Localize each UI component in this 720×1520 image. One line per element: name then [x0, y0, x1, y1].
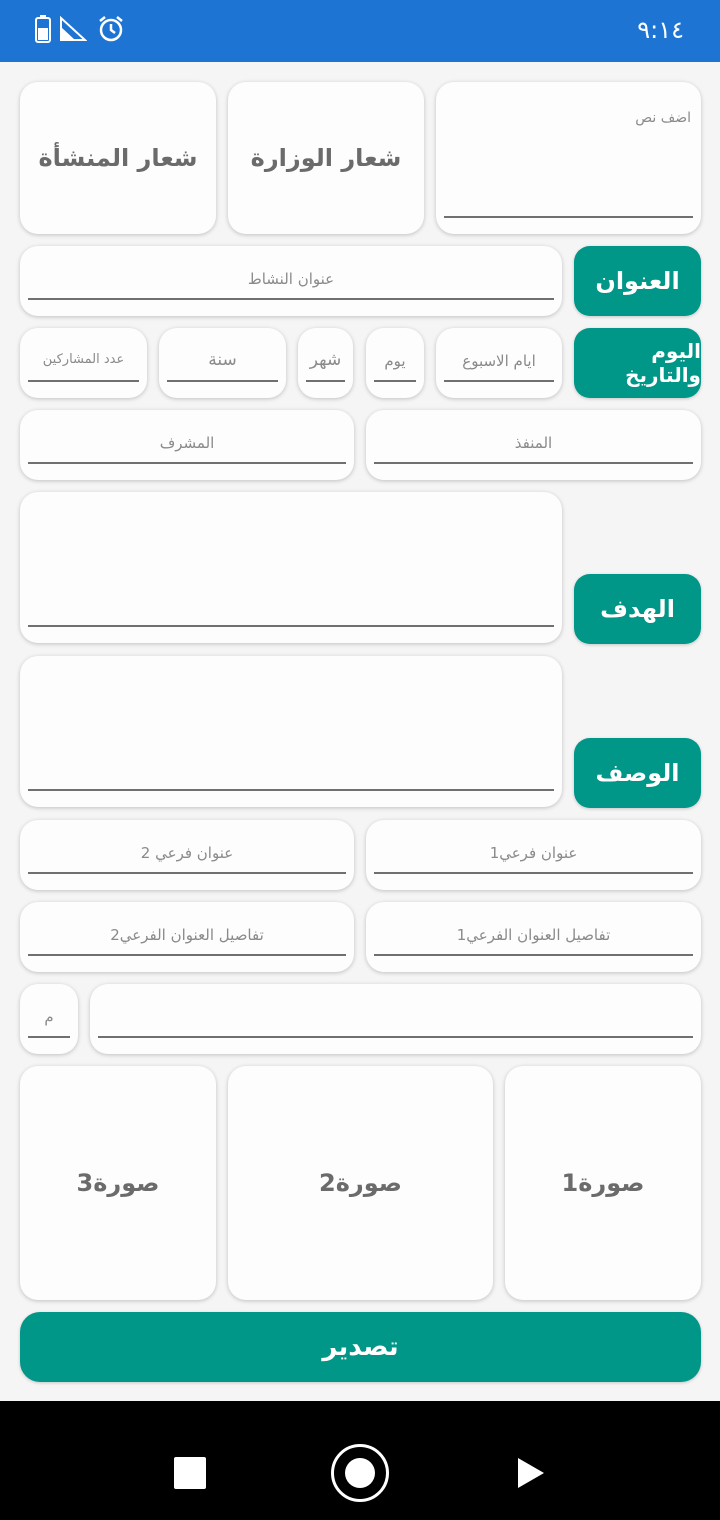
- navigation-bar: [0, 1401, 720, 1520]
- supervisor-input[interactable]: المشرف: [20, 410, 354, 480]
- subtitle2-details-underline: [28, 954, 346, 956]
- activity-title-underline: [28, 298, 554, 300]
- activity-title-placeholder: عنوان النشاط: [247, 270, 335, 288]
- image3-button[interactable]: صورة3: [20, 1066, 216, 1300]
- subtitle2-input[interactable]: عنوان فرعي 2: [20, 820, 354, 890]
- image2-label: صورة2: [319, 1169, 402, 1197]
- subtitle2-details-input[interactable]: تفاصيل العنوان الفرعي2: [20, 902, 354, 972]
- day-placeholder: يوم: [384, 352, 406, 370]
- add-text-placeholder: اضف نص: [635, 110, 691, 126]
- subtitle1-input[interactable]: عنوان فرعي1: [366, 820, 701, 890]
- number-placeholder: م: [44, 1008, 54, 1026]
- subtitle1-underline: [374, 872, 693, 874]
- subtitle1-placeholder: عنوان فرعي1: [489, 844, 578, 862]
- ministry-logo-button[interactable]: شعار الوزارة: [228, 82, 424, 234]
- subtitle2-details-placeholder: تفاصيل العنوان الفرعي2: [110, 926, 264, 944]
- weekday-underline: [444, 380, 554, 382]
- image3-label: صورة3: [76, 1169, 160, 1197]
- facility-logo-label: شعار المنشأة: [38, 144, 198, 172]
- description-underline: [28, 789, 554, 791]
- number-underline: [28, 1036, 70, 1038]
- status-time: ٩:١٤: [637, 16, 684, 44]
- supervisor-placeholder: المشرف: [159, 434, 215, 452]
- executor-underline: [374, 462, 693, 464]
- recents-icon[interactable]: [174, 1457, 206, 1489]
- add-text-input[interactable]: اضف نص: [436, 82, 701, 234]
- description-input[interactable]: [20, 656, 562, 807]
- month-underline: [306, 380, 345, 382]
- ministry-logo-label: شعار الوزارة: [250, 144, 402, 172]
- year-underline: [167, 380, 278, 382]
- number-input[interactable]: م: [20, 984, 78, 1054]
- home-icon[interactable]: [331, 1444, 389, 1502]
- subtitle2-underline: [28, 872, 346, 874]
- home-dot-icon: [345, 1458, 375, 1488]
- battery-saver-icon: [28, 14, 58, 44]
- date-label: اليوم والتاريخ: [574, 328, 701, 398]
- year-placeholder: سنة: [208, 350, 237, 370]
- subtitle1-details-input[interactable]: تفاصيل العنوان الفرعي1: [366, 902, 701, 972]
- subtitle1-details-placeholder: تفاصيل العنوان الفرعي1: [456, 926, 611, 944]
- alarm-icon: [96, 14, 126, 44]
- participants-input[interactable]: عدد المشاركين: [20, 328, 147, 398]
- extra-text-underline: [98, 1036, 693, 1038]
- month-input[interactable]: شهر: [298, 328, 353, 398]
- supervisor-underline: [28, 462, 346, 464]
- goal-input[interactable]: [20, 492, 562, 643]
- signal-icon: [58, 14, 88, 44]
- weekday-input[interactable]: ايام الاسبوع: [436, 328, 562, 398]
- activity-title-input[interactable]: عنوان النشاط: [20, 246, 562, 316]
- participants-underline: [28, 380, 139, 382]
- month-placeholder: شهر: [309, 350, 342, 370]
- subtitle1-details-underline: [374, 954, 693, 956]
- add-text-underline: [444, 216, 693, 218]
- participants-placeholder: عدد المشاركين: [42, 352, 125, 367]
- description-label: الوصف: [574, 738, 701, 808]
- back-icon[interactable]: [516, 1456, 546, 1494]
- image1-label: صورة1: [561, 1169, 645, 1197]
- year-input[interactable]: سنة: [159, 328, 286, 398]
- weekday-placeholder: ايام الاسبوع: [462, 352, 536, 370]
- day-input[interactable]: يوم: [366, 328, 424, 398]
- goal-underline: [28, 625, 554, 627]
- facility-logo-button[interactable]: شعار المنشأة: [20, 82, 216, 234]
- day-underline: [374, 380, 416, 382]
- export-button[interactable]: تصدير: [20, 1312, 701, 1382]
- goal-label: الهدف: [574, 574, 701, 644]
- extra-text-input[interactable]: [90, 984, 701, 1054]
- image2-button[interactable]: صورة2: [228, 1066, 493, 1300]
- title-label: العنوان: [574, 246, 701, 316]
- status-bar: ٩:١٤: [0, 0, 720, 62]
- image1-button[interactable]: صورة1: [505, 1066, 701, 1300]
- executor-placeholder: المنفذ: [514, 434, 553, 452]
- subtitle2-placeholder: عنوان فرعي 2: [140, 844, 234, 862]
- executor-input[interactable]: المنفذ: [366, 410, 701, 480]
